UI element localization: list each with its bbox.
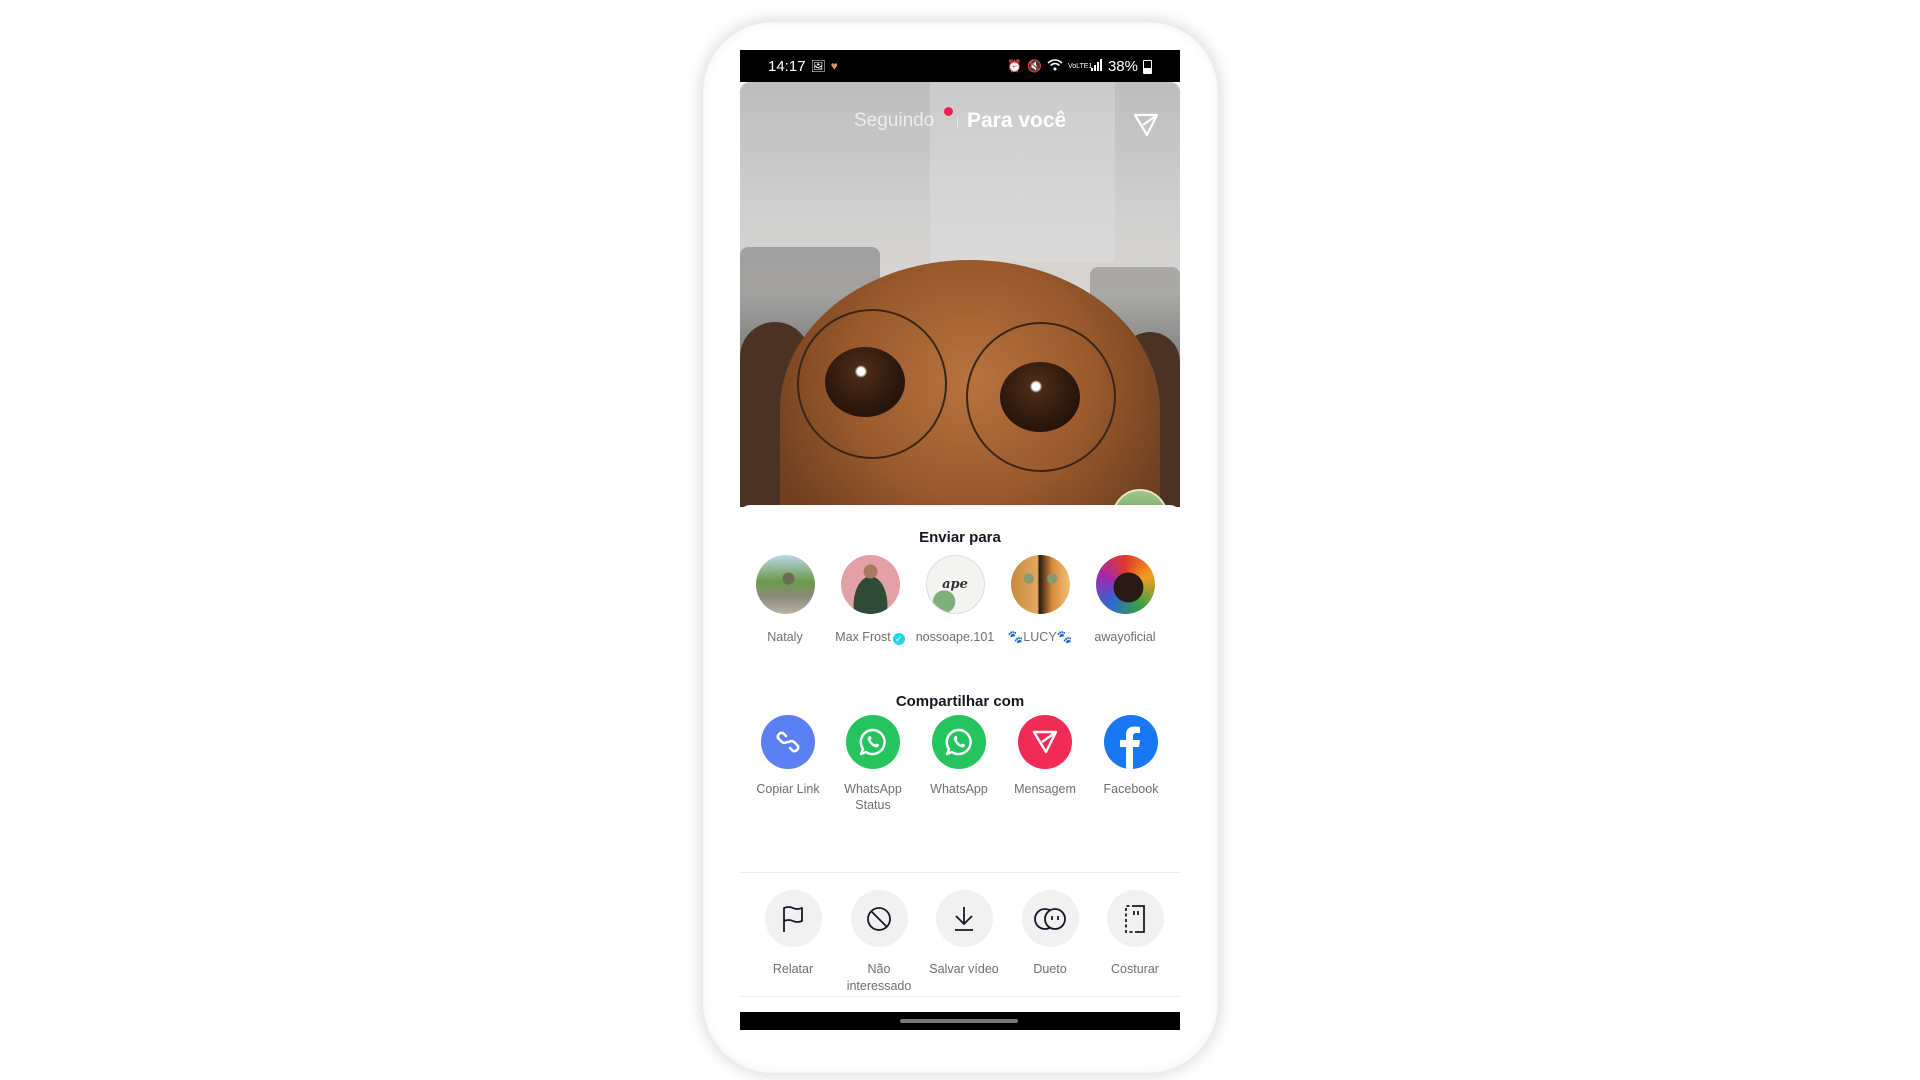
share-label: WhatsApp Status [844,782,902,812]
send-icon[interactable] [1132,112,1160,138]
mute-icon: 🔇 [1027,59,1042,73]
share-sheet: Enviar para Nataly Max Frost ✓ ape nossoa… [740,505,1180,1030]
contact-name: 🐾LUCY🐾 [1007,630,1073,644]
video-player[interactable]: Seguindo Para você [740,82,1180,507]
action-label: Dueto [1033,962,1067,976]
wifi-icon [1047,58,1063,75]
action-stitch[interactable]: Costurar [1092,890,1178,978]
share-copy-link[interactable]: Copiar Link [745,715,831,797]
contact-name: awayoficial [1094,630,1156,644]
action-label: Costurar [1111,962,1159,976]
share-label: Facebook [1103,782,1159,796]
verified-badge-icon: ✓ [892,633,905,645]
battery-percent: 38% [1107,58,1138,75]
share-label: Copiar Link [756,782,820,796]
whatsapp-icon [932,715,986,769]
download-icon [935,890,993,947]
signal-icon [1090,58,1103,75]
share-label: Mensagem [1014,782,1076,796]
avatar [755,555,815,614]
action-save-video[interactable]: Salvar vídeo [921,890,1007,978]
share-with-title: Compartilhar com [895,693,1025,710]
navigation-bar [740,1012,1180,1030]
contact-name: Max Frost ✓ [827,629,913,645]
avatar: ape [925,555,985,614]
contact-name: nossoape.101 [915,630,995,644]
glasses-lens-right [966,322,1116,472]
avatar [840,555,900,614]
battery-icon [1143,59,1152,74]
contact-item[interactable]: 🐾LUCY🐾 [997,555,1083,645]
phone-screen: 14:17 🖼 ♥ ⏰ 🔇 VoLTE1 38% Seguindo Para v… [740,50,1180,1030]
link-icon [761,715,815,769]
tab-following[interactable]: Seguindo [854,110,934,132]
divider [740,996,1180,997]
tab-separator [957,116,958,128]
share-facebook[interactable]: Facebook [1088,715,1174,797]
share-label: WhatsApp [930,782,988,796]
share-whatsapp[interactable]: WhatsApp [916,715,1002,797]
duet-icon [1021,890,1079,947]
action-label: Salvar vídeo [929,962,999,976]
avatar [1010,555,1070,614]
action-label: Não interessado [846,962,912,993]
avatar [1095,555,1155,614]
flag-icon [764,890,822,947]
home-indicator[interactable] [900,1019,1018,1023]
not-interested-icon [850,890,908,947]
contact-item[interactable]: awayoficial [1082,555,1168,645]
action-duet[interactable]: Dueto [1007,890,1093,978]
contact-item[interactable]: ape nossoape.101 [912,555,998,645]
contact-item[interactable]: Nataly [742,555,828,645]
divider [740,872,1180,873]
send-message-icon [1018,715,1072,769]
tab-for-you[interactable]: Para você [967,109,1066,133]
notification-dot [944,107,953,116]
stitch-icon [1106,890,1164,947]
glasses-lens-left [797,309,947,459]
share-message[interactable]: Mensagem [1002,715,1088,797]
volte-lte-icon: VoLTE1 [1067,62,1093,70]
gallery-icon: 🖼 [810,59,826,73]
send-to-title: Enviar para [919,529,1001,546]
status-bar: 14:17 🖼 ♥ ⏰ 🔇 VoLTE1 38% [740,50,1180,82]
heart-rate-icon: ♥ [830,59,838,73]
share-whatsapp-status[interactable]: WhatsApp Status [830,715,916,813]
action-report[interactable]: Relatar [750,890,836,978]
alarm-icon: ⏰ [1007,59,1023,73]
action-not-interested[interactable]: Não interessado [836,890,922,995]
status-time: 14:17 [768,58,806,75]
whatsapp-icon [846,715,900,769]
facebook-icon [1104,715,1158,769]
contact-name: Nataly [767,630,803,644]
contact-item[interactable]: Max Frost ✓ [827,555,913,645]
action-label: Relatar [772,962,814,976]
